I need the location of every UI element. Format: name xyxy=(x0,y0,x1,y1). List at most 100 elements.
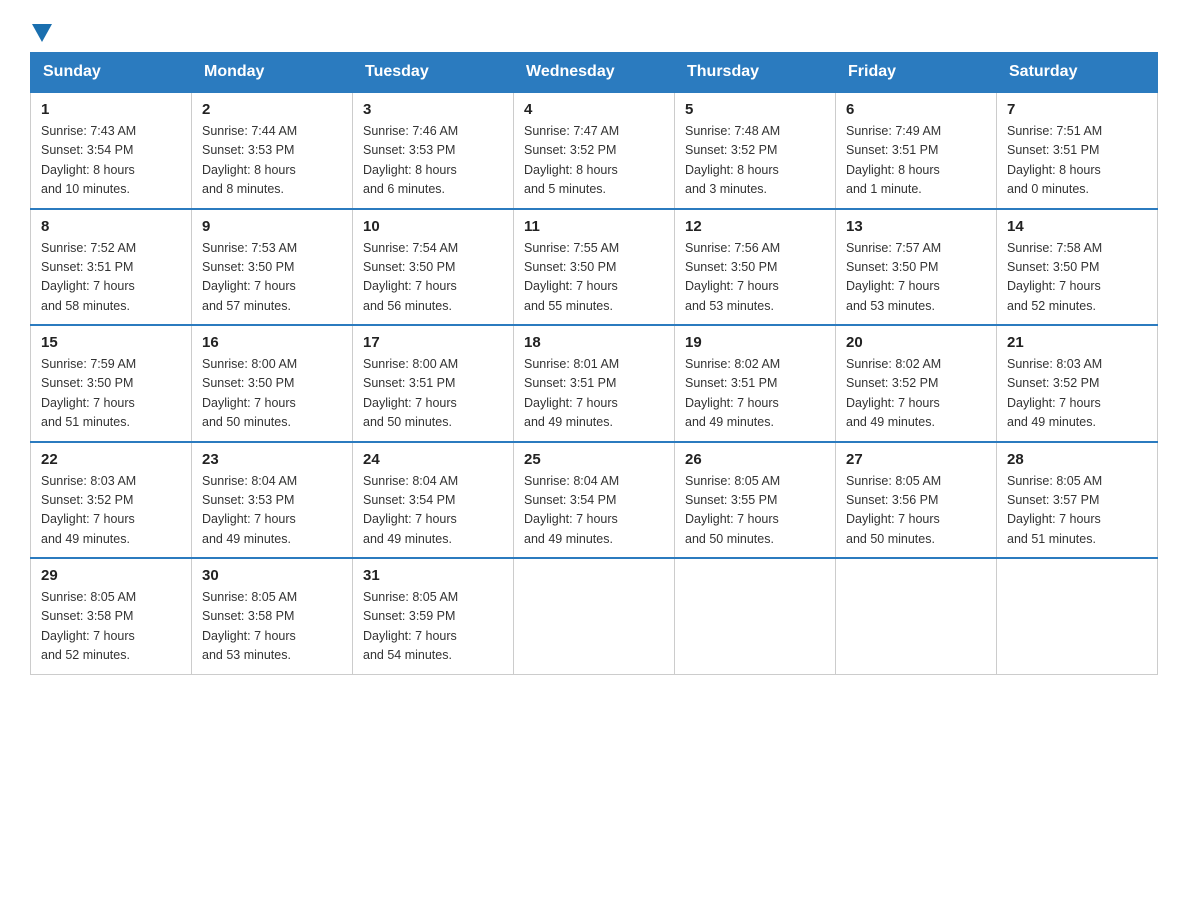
day-number: 1 xyxy=(41,101,181,118)
calendar-cell: 26 Sunrise: 8:05 AMSunset: 3:55 PMDayligh… xyxy=(675,442,836,559)
day-info: Sunrise: 8:03 AMSunset: 3:52 PMDaylight:… xyxy=(1007,355,1147,433)
day-number: 10 xyxy=(363,218,503,235)
calendar-week-row: 1 Sunrise: 7:43 AMSunset: 3:54 PMDaylight… xyxy=(31,92,1158,209)
calendar-cell: 14 Sunrise: 7:58 AMSunset: 3:50 PMDayligh… xyxy=(997,209,1158,326)
day-number: 9 xyxy=(202,218,342,235)
day-number: 5 xyxy=(685,101,825,118)
day-number: 20 xyxy=(846,334,986,351)
day-info: Sunrise: 7:52 AMSunset: 3:51 PMDaylight:… xyxy=(41,239,181,317)
calendar-cell: 25 Sunrise: 8:04 AMSunset: 3:54 PMDayligh… xyxy=(514,442,675,559)
day-info: Sunrise: 7:47 AMSunset: 3:52 PMDaylight:… xyxy=(524,122,664,200)
calendar-cell: 16 Sunrise: 8:00 AMSunset: 3:50 PMDayligh… xyxy=(192,325,353,442)
day-info: Sunrise: 7:59 AMSunset: 3:50 PMDaylight:… xyxy=(41,355,181,433)
day-info: Sunrise: 7:56 AMSunset: 3:50 PMDaylight:… xyxy=(685,239,825,317)
day-info: Sunrise: 7:54 AMSunset: 3:50 PMDaylight:… xyxy=(363,239,503,317)
day-number: 18 xyxy=(524,334,664,351)
weekday-header-wednesday: Wednesday xyxy=(514,53,675,93)
day-number: 8 xyxy=(41,218,181,235)
weekday-header-friday: Friday xyxy=(836,53,997,93)
calendar-cell xyxy=(514,558,675,674)
calendar-table: SundayMondayTuesdayWednesdayThursdayFrid… xyxy=(30,52,1158,675)
day-info: Sunrise: 8:02 AMSunset: 3:52 PMDaylight:… xyxy=(846,355,986,433)
calendar-cell: 4 Sunrise: 7:47 AMSunset: 3:52 PMDaylight… xyxy=(514,92,675,209)
day-number: 17 xyxy=(363,334,503,351)
day-info: Sunrise: 8:00 AMSunset: 3:50 PMDaylight:… xyxy=(202,355,342,433)
calendar-cell: 13Sunrise: 7:57 AMSunset: 3:50 PMDayligh… xyxy=(836,209,997,326)
day-info: Sunrise: 7:43 AMSunset: 3:54 PMDaylight:… xyxy=(41,122,181,200)
day-number: 13 xyxy=(846,218,986,235)
calendar-cell: 24 Sunrise: 8:04 AMSunset: 3:54 PMDayligh… xyxy=(353,442,514,559)
day-info: Sunrise: 8:05 AMSunset: 3:55 PMDaylight:… xyxy=(685,472,825,550)
calendar-cell: 5 Sunrise: 7:48 AMSunset: 3:52 PMDaylight… xyxy=(675,92,836,209)
day-info: Sunrise: 8:04 AMSunset: 3:54 PMDaylight:… xyxy=(363,472,503,550)
weekday-header-monday: Monday xyxy=(192,53,353,93)
day-number: 16 xyxy=(202,334,342,351)
calendar-cell xyxy=(675,558,836,674)
day-info: Sunrise: 8:01 AMSunset: 3:51 PMDaylight:… xyxy=(524,355,664,433)
page-header xyxy=(30,20,1158,42)
day-number: 27 xyxy=(846,451,986,468)
calendar-cell: 11 Sunrise: 7:55 AMSunset: 3:50 PMDayligh… xyxy=(514,209,675,326)
day-info: Sunrise: 7:48 AMSunset: 3:52 PMDaylight:… xyxy=(685,122,825,200)
calendar-cell: 31 Sunrise: 8:05 AMSunset: 3:59 PMDayligh… xyxy=(353,558,514,674)
day-number: 31 xyxy=(363,567,503,584)
calendar-cell: 23 Sunrise: 8:04 AMSunset: 3:53 PMDayligh… xyxy=(192,442,353,559)
calendar-cell: 20 Sunrise: 8:02 AMSunset: 3:52 PMDayligh… xyxy=(836,325,997,442)
day-info: Sunrise: 8:05 AMSunset: 3:57 PMDaylight:… xyxy=(1007,472,1147,550)
day-number: 19 xyxy=(685,334,825,351)
logo xyxy=(30,20,52,42)
calendar-week-row: 22Sunrise: 8:03 AMSunset: 3:52 PMDayligh… xyxy=(31,442,1158,559)
calendar-cell: 30 Sunrise: 8:05 AMSunset: 3:58 PMDayligh… xyxy=(192,558,353,674)
day-number: 24 xyxy=(363,451,503,468)
day-number: 26 xyxy=(685,451,825,468)
calendar-cell: 27 Sunrise: 8:05 AMSunset: 3:56 PMDayligh… xyxy=(836,442,997,559)
weekday-header-sunday: Sunday xyxy=(31,53,192,93)
day-number: 2 xyxy=(202,101,342,118)
weekday-header-thursday: Thursday xyxy=(675,53,836,93)
calendar-cell: 29 Sunrise: 8:05 AMSunset: 3:58 PMDayligh… xyxy=(31,558,192,674)
calendar-cell: 12 Sunrise: 7:56 AMSunset: 3:50 PMDayligh… xyxy=(675,209,836,326)
day-number: 14 xyxy=(1007,218,1147,235)
day-number: 28 xyxy=(1007,451,1147,468)
day-info: Sunrise: 8:04 AMSunset: 3:53 PMDaylight:… xyxy=(202,472,342,550)
calendar-cell: 1 Sunrise: 7:43 AMSunset: 3:54 PMDaylight… xyxy=(31,92,192,209)
calendar-cell: 17Sunrise: 8:00 AMSunset: 3:51 PMDayligh… xyxy=(353,325,514,442)
day-number: 21 xyxy=(1007,334,1147,351)
day-info: Sunrise: 7:46 AMSunset: 3:53 PMDaylight:… xyxy=(363,122,503,200)
day-number: 30 xyxy=(202,567,342,584)
day-info: Sunrise: 8:05 AMSunset: 3:58 PMDaylight:… xyxy=(202,588,342,666)
calendar-week-row: 15 Sunrise: 7:59 AMSunset: 3:50 PMDayligh… xyxy=(31,325,1158,442)
day-number: 23 xyxy=(202,451,342,468)
calendar-cell: 15 Sunrise: 7:59 AMSunset: 3:50 PMDayligh… xyxy=(31,325,192,442)
weekday-header-saturday: Saturday xyxy=(997,53,1158,93)
day-info: Sunrise: 8:05 AMSunset: 3:59 PMDaylight:… xyxy=(363,588,503,666)
calendar-cell: 8 Sunrise: 7:52 AMSunset: 3:51 PMDaylight… xyxy=(31,209,192,326)
day-info: Sunrise: 8:05 AMSunset: 3:56 PMDaylight:… xyxy=(846,472,986,550)
calendar-cell: 19 Sunrise: 8:02 AMSunset: 3:51 PMDayligh… xyxy=(675,325,836,442)
calendar-cell: 7Sunrise: 7:51 AMSunset: 3:51 PMDaylight… xyxy=(997,92,1158,209)
day-number: 25 xyxy=(524,451,664,468)
calendar-cell: 10 Sunrise: 7:54 AMSunset: 3:50 PMDayligh… xyxy=(353,209,514,326)
calendar-cell: 28 Sunrise: 8:05 AMSunset: 3:57 PMDayligh… xyxy=(997,442,1158,559)
day-number: 3 xyxy=(363,101,503,118)
day-number: 29 xyxy=(41,567,181,584)
day-number: 7 xyxy=(1007,101,1147,118)
day-number: 12 xyxy=(685,218,825,235)
day-number: 22 xyxy=(41,451,181,468)
logo-triangle-icon xyxy=(32,24,52,42)
day-number: 15 xyxy=(41,334,181,351)
day-info: Sunrise: 8:04 AMSunset: 3:54 PMDaylight:… xyxy=(524,472,664,550)
calendar-week-row: 29 Sunrise: 8:05 AMSunset: 3:58 PMDayligh… xyxy=(31,558,1158,674)
day-info: Sunrise: 8:05 AMSunset: 3:58 PMDaylight:… xyxy=(41,588,181,666)
calendar-cell: 9Sunrise: 7:53 AMSunset: 3:50 PMDaylight… xyxy=(192,209,353,326)
calendar-cell: 18 Sunrise: 8:01 AMSunset: 3:51 PMDayligh… xyxy=(514,325,675,442)
day-info: Sunrise: 7:49 AMSunset: 3:51 PMDaylight:… xyxy=(846,122,986,200)
day-number: 11 xyxy=(524,218,664,235)
day-info: Sunrise: 7:55 AMSunset: 3:50 PMDaylight:… xyxy=(524,239,664,317)
calendar-cell: 2Sunrise: 7:44 AMSunset: 3:53 PMDaylight… xyxy=(192,92,353,209)
day-number: 4 xyxy=(524,101,664,118)
calendar-cell: 21 Sunrise: 8:03 AMSunset: 3:52 PMDayligh… xyxy=(997,325,1158,442)
day-info: Sunrise: 7:58 AMSunset: 3:50 PMDaylight:… xyxy=(1007,239,1147,317)
day-info: Sunrise: 8:02 AMSunset: 3:51 PMDaylight:… xyxy=(685,355,825,433)
calendar-cell: 22Sunrise: 8:03 AMSunset: 3:52 PMDayligh… xyxy=(31,442,192,559)
